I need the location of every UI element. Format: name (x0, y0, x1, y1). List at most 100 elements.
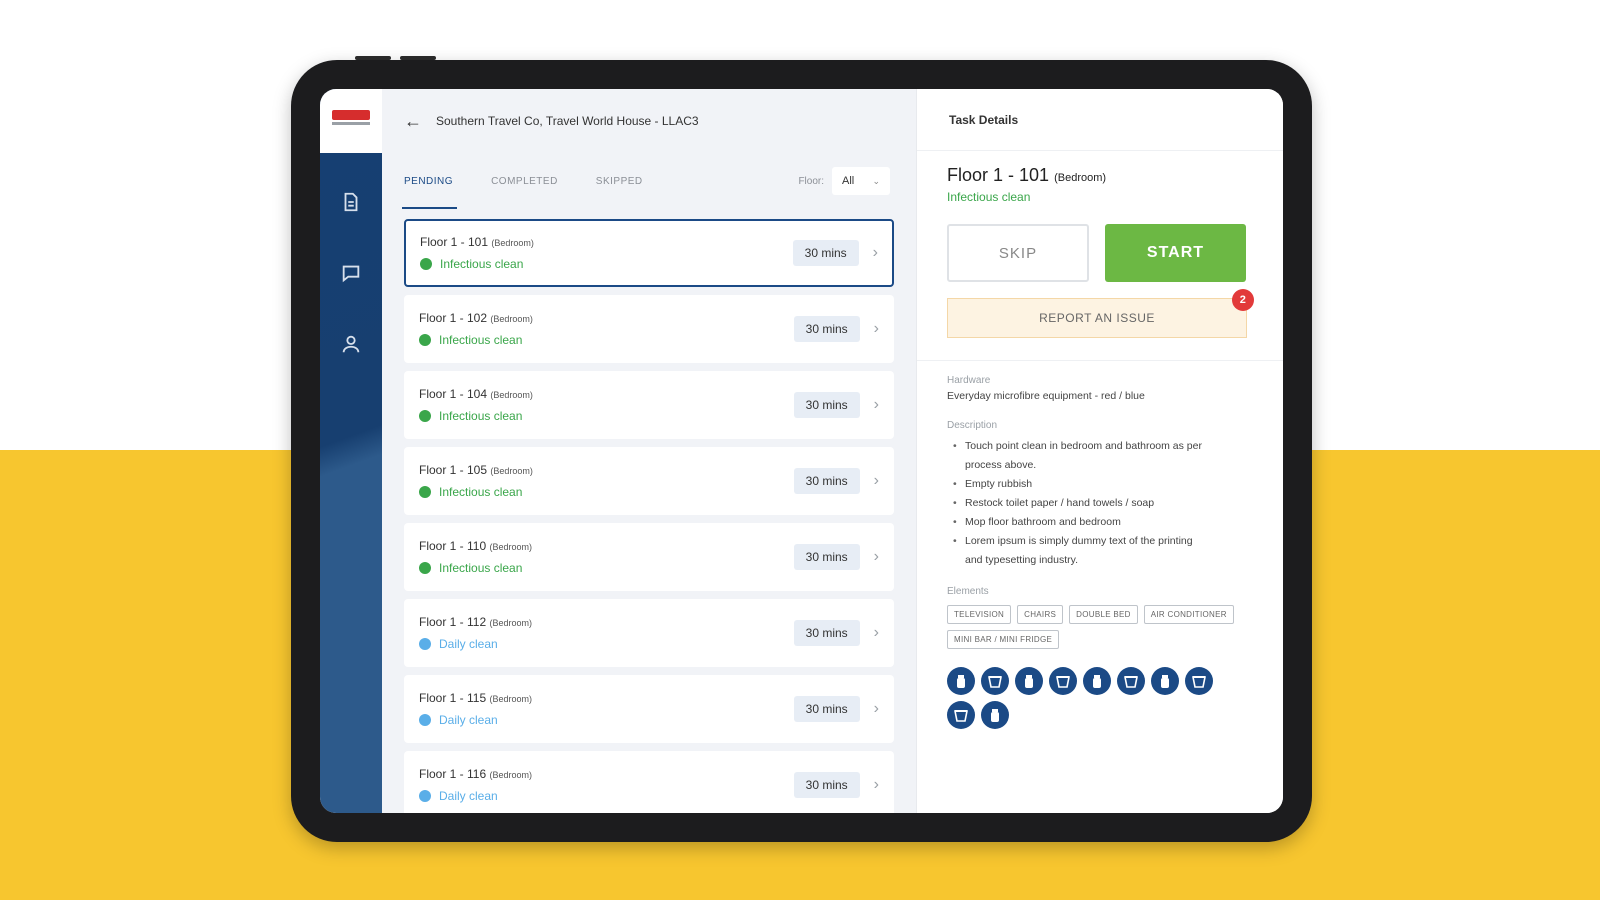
tab-skipped[interactable]: SKIPPED (596, 153, 643, 209)
duration-badge: 30 mins (793, 316, 860, 342)
element-chip: CHAIRS (1017, 605, 1064, 624)
chat-icon (340, 262, 362, 289)
details-clean-type: Infectious clean (947, 190, 1031, 204)
duration-badge: 30 mins (793, 544, 860, 570)
duration-badge: 30 mins (792, 240, 859, 266)
task-list-panel: ← Southern Travel Co, Travel World House… (382, 89, 916, 813)
arrow-left-icon[interactable]: ← (404, 111, 422, 132)
description-item: Lorem ipsum is simply dummy text of the … (947, 532, 1253, 570)
status-dot (420, 258, 432, 270)
task-text: Floor 1 - 110 (Bedroom) Infectious clean (419, 539, 794, 575)
logo-box (320, 89, 382, 153)
task-room: Floor 1 - 105 (Bedroom) (419, 463, 533, 477)
chevron-down-icon: ⌄ (872, 175, 880, 186)
task-card[interactable]: Floor 1 - 110 (Bedroom) Infectious clean 3… (404, 523, 894, 591)
app-screen: ← Southern Travel Co, Travel World House… (320, 89, 1283, 813)
task-room: Floor 1 - 102 (Bedroom) (419, 311, 533, 325)
user-icon (340, 333, 362, 360)
tablet-button (400, 56, 436, 60)
elements-label: Elements (947, 586, 989, 597)
duration-badge: 30 mins (793, 696, 860, 722)
task-card[interactable]: Floor 1 - 112 (Bedroom) Daily clean 30 min… (404, 599, 894, 667)
duration-badge: 30 mins (793, 620, 860, 646)
start-button[interactable]: START (1105, 224, 1246, 282)
bucket-icon (1049, 667, 1077, 695)
status-dot (419, 714, 431, 726)
task-text: Floor 1 - 116 (Bedroom) Daily clean (419, 767, 794, 803)
task-room: Floor 1 - 115 (Bedroom) (419, 691, 533, 705)
bottle-icon (1083, 667, 1111, 695)
description-item: Restock toilet paper / hand towels / soa… (947, 494, 1253, 513)
sidebar (320, 89, 382, 813)
location-title: Southern Travel Co, Travel World House -… (436, 114, 699, 128)
task-card[interactable]: Floor 1 - 102 (Bedroom) Infectious clean 3… (404, 295, 894, 363)
task-card[interactable]: Floor 1 - 115 (Bedroom) Daily clean 30 min… (404, 675, 894, 743)
bucket-icon (947, 701, 975, 729)
description-item: Mop floor bathroom and bedroom (947, 513, 1253, 532)
bottle-icon (1015, 667, 1043, 695)
task-room: Floor 1 - 110 (Bedroom) (419, 539, 533, 553)
task-text: Floor 1 - 105 (Bedroom) Infectious clean (419, 463, 794, 499)
description-list: Touch point clean in bedroom and bathroo… (947, 437, 1253, 570)
element-chip: DOUBLE BED (1069, 605, 1138, 624)
description-item: Touch point clean in bedroom and bathroo… (947, 437, 1253, 475)
status-dot (419, 790, 431, 802)
task-clean-type: Daily clean (419, 789, 794, 803)
description-label: Description (947, 420, 998, 431)
duration-badge: 30 mins (793, 468, 860, 494)
bottle-icon (981, 701, 1009, 729)
report-issue-label: REPORT AN ISSUE (1039, 311, 1155, 325)
task-card[interactable]: Floor 1 - 101 (Bedroom) Infectious clean 3… (404, 219, 894, 287)
element-chip: MINI BAR / MINI FRIDGE (947, 630, 1060, 649)
chevron-right-icon: › (873, 396, 879, 413)
task-room: Floor 1 - 101 (Bedroom) (420, 235, 534, 249)
hardware-icons (947, 667, 1237, 729)
task-card[interactable]: Floor 1 - 116 (Bedroom) Daily clean 30 min… (404, 751, 894, 813)
task-card[interactable]: Floor 1 - 105 (Bedroom) Infectious clean 3… (404, 447, 894, 515)
status-dot (419, 334, 431, 346)
sidebar-item-messages[interactable] (320, 262, 382, 289)
bucket-icon (1185, 667, 1213, 695)
bottle-icon (947, 667, 975, 695)
status-dot (419, 486, 431, 498)
details-room-type: (Bedroom) (1054, 172, 1107, 184)
action-buttons: SKIP START (917, 204, 1283, 282)
skip-button[interactable]: SKIP (947, 224, 1089, 282)
task-room: Floor 1 - 104 (Bedroom) (419, 387, 533, 401)
task-clean-type: Infectious clean (419, 561, 794, 575)
floor-select-value: All (842, 175, 855, 187)
chevron-right-icon: › (873, 320, 879, 337)
sidebar-item-tasks[interactable] (320, 191, 382, 218)
floor-filter: Floor: All ⌄ (798, 167, 890, 195)
chevron-right-icon: › (873, 700, 879, 717)
issue-count-badge: 2 (1232, 289, 1254, 311)
details-header: Task Details (917, 89, 1283, 151)
status-dot (419, 638, 431, 650)
location-header: ← Southern Travel Co, Travel World House… (382, 89, 916, 153)
tab-pending[interactable]: PENDING (401, 153, 458, 209)
report-issue-button[interactable]: REPORT AN ISSUE 2 (947, 289, 1254, 338)
duration-badge: 30 mins (793, 772, 860, 798)
task-room: Floor 1 - 116 (Bedroom) (419, 767, 533, 781)
chevron-right-icon: › (873, 624, 879, 641)
task-card[interactable]: Floor 1 - 104 (Bedroom) Infectious clean 3… (404, 371, 894, 439)
status-tabs: PENDING COMPLETED SKIPPED Floor: All ⌄ (382, 153, 916, 209)
floor-filter-label: Floor: (798, 175, 824, 187)
task-list: Floor 1 - 101 (Bedroom) Infectious clean 3… (382, 209, 916, 813)
task-clean-type: Infectious clean (419, 409, 794, 423)
sidebar-item-profile[interactable] (320, 333, 382, 360)
elements-chips: TELEVISION CHAIRS DOUBLE BED AIR CONDITI… (947, 605, 1247, 649)
task-clean-type: Infectious clean (419, 333, 794, 347)
status-dot (419, 410, 431, 422)
hardware-value: Everyday microfibre equipment - red / bl… (947, 390, 1145, 402)
duration-badge: 30 mins (793, 392, 860, 418)
tab-completed[interactable]: COMPLETED (491, 153, 558, 209)
task-room: Floor 1 - 112 (Bedroom) (419, 615, 533, 629)
status-dot (419, 562, 431, 574)
tablet-frame: ← Southern Travel Co, Travel World House… (291, 60, 1312, 842)
bucket-icon (1117, 667, 1145, 695)
floor-select[interactable]: All ⌄ (832, 167, 890, 195)
description-item: Empty rubbish (947, 475, 1253, 494)
task-text: Floor 1 - 115 (Bedroom) Daily clean (419, 691, 794, 727)
details-info: Hardware Everyday microfibre equipment -… (917, 361, 1283, 729)
